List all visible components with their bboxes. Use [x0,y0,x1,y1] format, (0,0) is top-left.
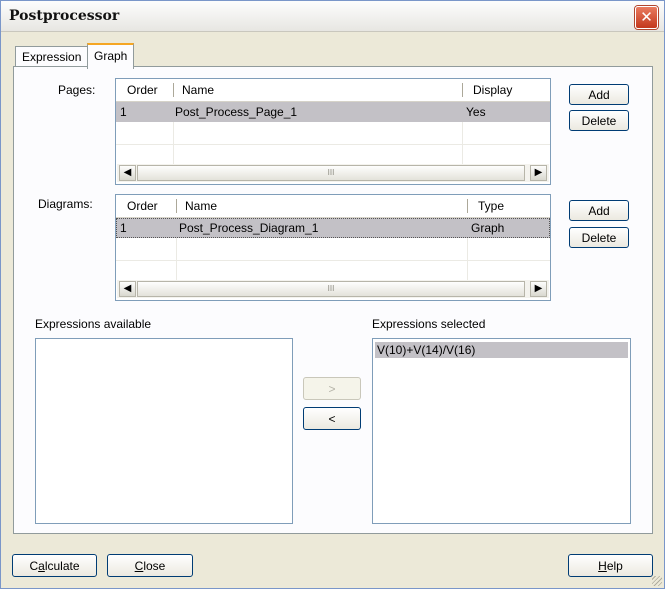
diagrams-horizontal-scrollbar[interactable]: ◀ III ▶ [117,280,549,298]
chevron-left-icon: ◀ [123,283,132,294]
column-header-name[interactable]: Name [182,83,214,97]
scroll-thumb[interactable]: III [137,165,525,181]
scroll-left-button[interactable]: ◀ [119,165,136,181]
scroll-thumb[interactable]: III [137,281,525,297]
tab-expression[interactable]: Expression [15,46,89,67]
column-separator[interactable] [173,83,174,97]
add-diagram-button[interactable]: Add [569,200,629,221]
close-icon: ✕ [640,9,653,26]
grid-line [467,238,468,280]
pages-label: Pages: [58,83,96,97]
diagrams-label: Diagrams: [38,197,93,211]
row-order: 1 [120,105,127,119]
column-header-order[interactable]: Order [127,199,158,213]
remove-expression-button[interactable]: < [303,407,361,430]
calculate-label-start: C [29,559,39,573]
add-page-button[interactable]: Add [569,84,629,105]
help-button[interactable]: Help [568,554,653,577]
row-display: Yes [466,105,486,119]
scroll-right-button[interactable]: ▶ [530,165,547,181]
pages-grid[interactable]: Order Name Display 1 Post_Process_Page_1… [115,78,551,185]
diagrams-grid[interactable]: Order Name Type 1 Post_Process_Diagram_1… [115,194,551,301]
close-button[interactable]: Close [107,554,193,577]
row-name: Post_Process_Diagram_1 [179,221,319,235]
graph-tab-panel: Pages: Order Name Display 1 Post_Process… [13,66,653,534]
delete-diagram-button[interactable]: Delete [569,227,629,248]
table-row[interactable]: 1 Post_Process_Diagram_1 Graph [116,218,550,238]
column-header-order[interactable]: Order [127,83,158,97]
row-name: Post_Process_Page_1 [175,105,298,119]
title-bar[interactable]: Postprocessor ✕ [1,1,664,32]
list-item[interactable]: V(10)+V(14)/V(16) [375,342,628,358]
grid-line [173,122,174,164]
grid-line [116,144,550,145]
expressions-available-list[interactable] [35,338,293,524]
expressions-selected-list[interactable]: V(10)+V(14)/V(16) [372,338,631,524]
expressions-available-label: Expressions available [35,317,152,331]
expressions-selected-label: Expressions selected [372,317,486,331]
scroll-left-button[interactable]: ◀ [119,281,136,297]
column-separator[interactable] [462,83,463,97]
row-order: 1 [120,221,127,235]
calculate-accelerator: a [38,559,45,573]
chevron-left-icon: ◀ [123,167,132,178]
grip-icon: III [327,284,335,293]
grip-icon: III [327,168,335,177]
window-title: Postprocessor [9,8,120,24]
close-label-end: lose [143,559,166,573]
column-header-display[interactable]: Display [473,83,512,97]
postprocessor-dialog: Postprocessor ✕ Expression Graph Pages: … [0,0,665,589]
help-label-end: elp [606,559,623,573]
chevron-right-icon: ▶ [534,167,543,178]
scroll-right-button[interactable]: ▶ [530,281,547,297]
column-header-type[interactable]: Type [478,199,504,213]
diagrams-grid-header: Order Name Type [116,195,550,218]
resize-grip-icon[interactable] [652,576,662,586]
calculate-label-end: lculate [44,559,80,573]
column-header-name[interactable]: Name [185,199,217,213]
row-type: Graph [471,221,505,235]
grid-line [116,260,550,261]
close-window-button[interactable]: ✕ [635,6,658,29]
tab-graph[interactable]: Graph [87,43,135,69]
grid-line [176,238,177,280]
table-row[interactable]: 1 Post_Process_Page_1 Yes [116,102,550,122]
column-separator[interactable] [176,199,177,213]
pages-horizontal-scrollbar[interactable]: ◀ III ▶ [117,164,549,182]
help-accelerator: H [598,559,607,573]
column-separator[interactable] [467,199,468,213]
add-expression-button[interactable]: > [303,377,361,400]
pages-grid-header: Order Name Display [116,79,550,102]
calculate-button[interactable]: Calculate [12,554,97,577]
grid-line [462,122,463,164]
chevron-right-icon: ▶ [534,283,543,294]
delete-page-button[interactable]: Delete [569,110,629,131]
